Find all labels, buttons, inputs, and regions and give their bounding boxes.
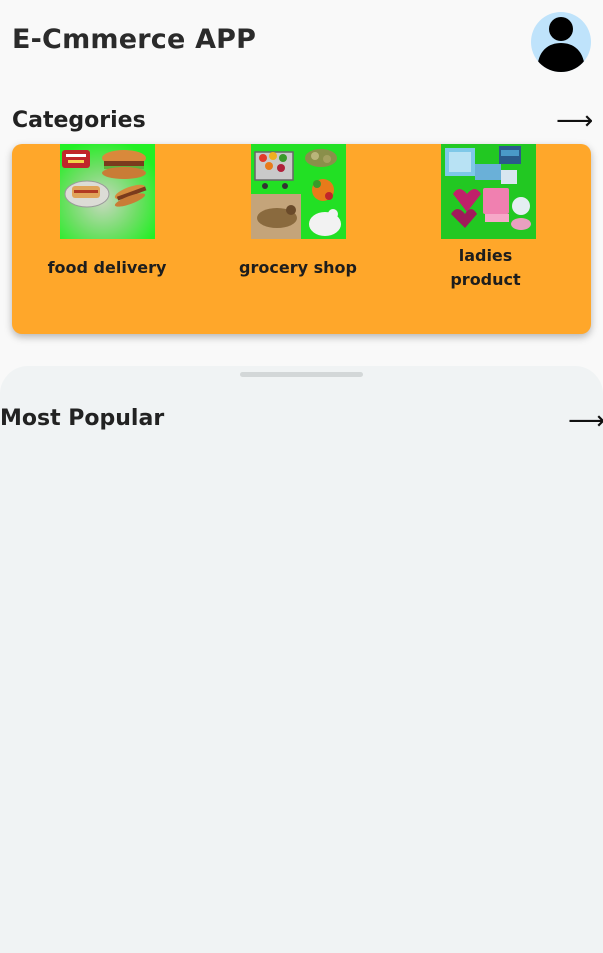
most-popular-see-all-arrow-icon[interactable]: ⟶: [568, 408, 603, 434]
category-item-ladies-product[interactable]: ladies product: [413, 144, 563, 292]
category-item-grocery-shop[interactable]: grocery shop: [223, 144, 373, 280]
user-avatar[interactable]: [531, 12, 591, 72]
food-delivery-image: [59, 144, 155, 239]
app-title: E-Cmmerce APP: [12, 24, 257, 55]
categories-title: Categories: [12, 108, 146, 133]
drag-handle[interactable]: [240, 372, 363, 377]
category-label: grocery shop: [239, 258, 357, 277]
bottom-sheet[interactable]: Most Popular ⟶: [0, 366, 603, 953]
user-avatar-icon: [537, 17, 585, 72]
category-label: food delivery: [47, 258, 167, 277]
ladies-product-image: [440, 144, 536, 239]
categories-see-all-arrow-icon[interactable]: ⟶: [556, 108, 593, 134]
categories-panel: food delivery grocery shop ladies produc…: [12, 144, 591, 334]
category-label: ladies product: [450, 246, 521, 289]
grocery-shop-image: [250, 144, 346, 239]
most-popular-title: Most Popular: [0, 406, 165, 431]
category-item-food-delivery[interactable]: food delivery: [32, 144, 182, 280]
